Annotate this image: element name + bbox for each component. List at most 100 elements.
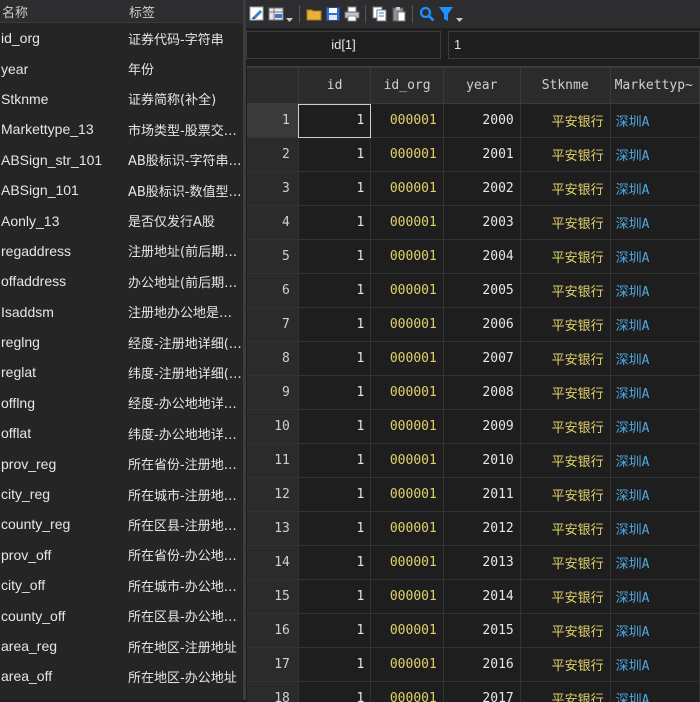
cell-stknme[interactable]: 平安银行 xyxy=(520,172,610,206)
variable-list-item[interactable]: offaddress办公地址(前后期补齐) xyxy=(0,266,243,296)
cell-stknme[interactable]: 平安银行 xyxy=(520,410,610,444)
cell-id-org[interactable]: 000001 xyxy=(371,274,443,308)
cell-id-org[interactable]: 000001 xyxy=(371,682,443,702)
cell-id-org[interactable]: 000001 xyxy=(371,240,443,274)
variable-list-item[interactable]: Aonly_13是否仅发行A股 xyxy=(0,205,243,235)
cell-markettype[interactable]: 深圳A xyxy=(610,206,699,240)
column-header-name[interactable]: 名称 xyxy=(0,2,129,21)
cell-markettype[interactable]: 深圳A xyxy=(610,546,699,580)
cell-markettype[interactable]: 深圳A xyxy=(610,104,699,138)
cell-stknme[interactable]: 平安银行 xyxy=(520,240,610,274)
cell-stknme[interactable]: 平安银行 xyxy=(520,648,610,682)
variable-list-item[interactable]: Isaddsm注册地办公地是否相... xyxy=(0,297,243,327)
column-header-markettype[interactable]: Markettyp~ xyxy=(610,68,699,104)
cell-markettype[interactable]: 深圳A xyxy=(610,478,699,512)
cell-markettype[interactable]: 深圳A xyxy=(610,172,699,206)
save-icon[interactable] xyxy=(324,5,341,23)
row-number[interactable]: 2 xyxy=(247,138,298,172)
row-number[interactable]: 17 xyxy=(247,648,298,682)
cell-markettype[interactable]: 深圳A xyxy=(610,580,699,614)
variable-list-item[interactable]: Markettype_13市场类型-股票交易... xyxy=(0,114,243,144)
cell-stknme[interactable]: 平安银行 xyxy=(520,138,610,172)
cell-year[interactable]: 2005 xyxy=(443,274,520,308)
cell-id-org[interactable]: 000001 xyxy=(371,138,443,172)
cell-markettype[interactable]: 深圳A xyxy=(610,376,699,410)
cell-id[interactable]: 1 xyxy=(298,342,371,376)
cell-year[interactable]: 2001 xyxy=(443,138,520,172)
cell-id[interactable]: 1 xyxy=(298,512,371,546)
cell-id-org[interactable]: 000001 xyxy=(371,580,443,614)
column-header-stknme[interactable]: Stknme xyxy=(520,68,610,104)
cell-stknme[interactable]: 平安银行 xyxy=(520,104,610,138)
paste-icon[interactable] xyxy=(390,5,407,23)
cell-year[interactable]: 2010 xyxy=(443,444,520,478)
cell-id[interactable]: 1 xyxy=(298,580,371,614)
row-number[interactable]: 14 xyxy=(247,546,298,580)
variable-list-item[interactable] xyxy=(0,692,243,700)
cell-id[interactable]: 1 xyxy=(298,206,371,240)
variable-list-item[interactable]: regaddress注册地址(前后期补齐) xyxy=(0,236,243,266)
row-number[interactable]: 8 xyxy=(247,342,298,376)
cell-year[interactable]: 2016 xyxy=(443,648,520,682)
filter-icon[interactable] xyxy=(437,5,454,23)
row-number[interactable]: 1 xyxy=(247,104,298,138)
row-number[interactable]: 5 xyxy=(247,240,298,274)
cell-stknme[interactable]: 平安银行 xyxy=(520,512,610,546)
variable-list-item[interactable]: reglat纬度-注册地详细(B... xyxy=(0,357,243,387)
cell-markettype[interactable]: 深圳A xyxy=(610,648,699,682)
cell-id-org[interactable]: 000001 xyxy=(371,444,443,478)
cell-year[interactable]: 2008 xyxy=(443,376,520,410)
cell-id[interactable]: 1 xyxy=(298,648,371,682)
cell-year[interactable]: 2017 xyxy=(443,682,520,702)
cell-markettype[interactable]: 深圳A xyxy=(610,274,699,308)
cell-stknme[interactable]: 平安银行 xyxy=(520,478,610,512)
cell-stknme[interactable]: 平安银行 xyxy=(520,274,610,308)
cell-id[interactable]: 1 xyxy=(298,172,371,206)
row-number[interactable]: 7 xyxy=(247,308,298,342)
variable-list-item[interactable]: ABSign_101AB股标识-数值型-... xyxy=(0,175,243,205)
print-icon[interactable] xyxy=(343,5,360,23)
cell-markettype[interactable]: 深圳A xyxy=(610,308,699,342)
cell-year[interactable]: 2000 xyxy=(443,104,520,138)
cell-markettype[interactable]: 深圳A xyxy=(610,512,699,546)
row-number[interactable]: 9 xyxy=(247,376,298,410)
cell-year[interactable]: 2014 xyxy=(443,580,520,614)
column-header-label[interactable]: 标签 xyxy=(129,2,155,21)
cell-stknme[interactable]: 平安银行 xyxy=(520,308,610,342)
cell-year[interactable]: 2006 xyxy=(443,308,520,342)
cell-id[interactable]: 1 xyxy=(298,614,371,648)
variable-list-item[interactable]: reglng经度-注册地详细(B... xyxy=(0,327,243,357)
variable-manager-icon[interactable] xyxy=(267,5,284,23)
cell-stknme[interactable]: 平安银行 xyxy=(520,682,610,702)
edit-icon[interactable] xyxy=(248,5,265,23)
variable-list-item[interactable]: offlat纬度-办公地地详细(... xyxy=(0,418,243,448)
cell-year[interactable]: 2011 xyxy=(443,478,520,512)
row-number[interactable]: 18 xyxy=(247,682,298,702)
row-number[interactable]: 15 xyxy=(247,580,298,614)
row-number[interactable]: 4 xyxy=(247,206,298,240)
cell-id[interactable]: 1 xyxy=(298,376,371,410)
cell-id-org[interactable]: 000001 xyxy=(371,512,443,546)
copy-icon[interactable] xyxy=(371,5,388,23)
cell-id-org[interactable]: 000001 xyxy=(371,648,443,682)
column-header-id-org[interactable]: id_org xyxy=(371,68,443,104)
cell-stknme[interactable]: 平安银行 xyxy=(520,444,610,478)
cell-id-org[interactable]: 000001 xyxy=(371,104,443,138)
cell-id[interactable]: 1 xyxy=(298,444,371,478)
cell-id[interactable]: 1 xyxy=(298,410,371,444)
cell-stknme[interactable]: 平安银行 xyxy=(520,580,610,614)
cell-id[interactable]: 1 xyxy=(298,546,371,580)
variable-list-item[interactable]: prov_off所在省份-办公地地... xyxy=(0,540,243,570)
variable-list-item[interactable]: ABSign_str_101AB股标识-字符串-... xyxy=(0,145,243,175)
cell-id-org[interactable]: 000001 xyxy=(371,478,443,512)
cell-year[interactable]: 2003 xyxy=(443,206,520,240)
cell-value-field[interactable]: 1 xyxy=(448,31,700,59)
cell-id-org[interactable]: 000001 xyxy=(371,206,443,240)
cell-year[interactable]: 2002 xyxy=(443,172,520,206)
row-number[interactable]: 13 xyxy=(247,512,298,546)
column-header-id[interactable]: id xyxy=(298,68,371,104)
variable-list-item[interactable]: county_off所在区县-办公地地... xyxy=(0,600,243,630)
variable-list-item[interactable]: offlng经度-办公地地详细(... xyxy=(0,388,243,418)
cell-id-org[interactable]: 000001 xyxy=(371,342,443,376)
variable-list-item[interactable]: city_reg所在城市-注册地详细 xyxy=(0,479,243,509)
